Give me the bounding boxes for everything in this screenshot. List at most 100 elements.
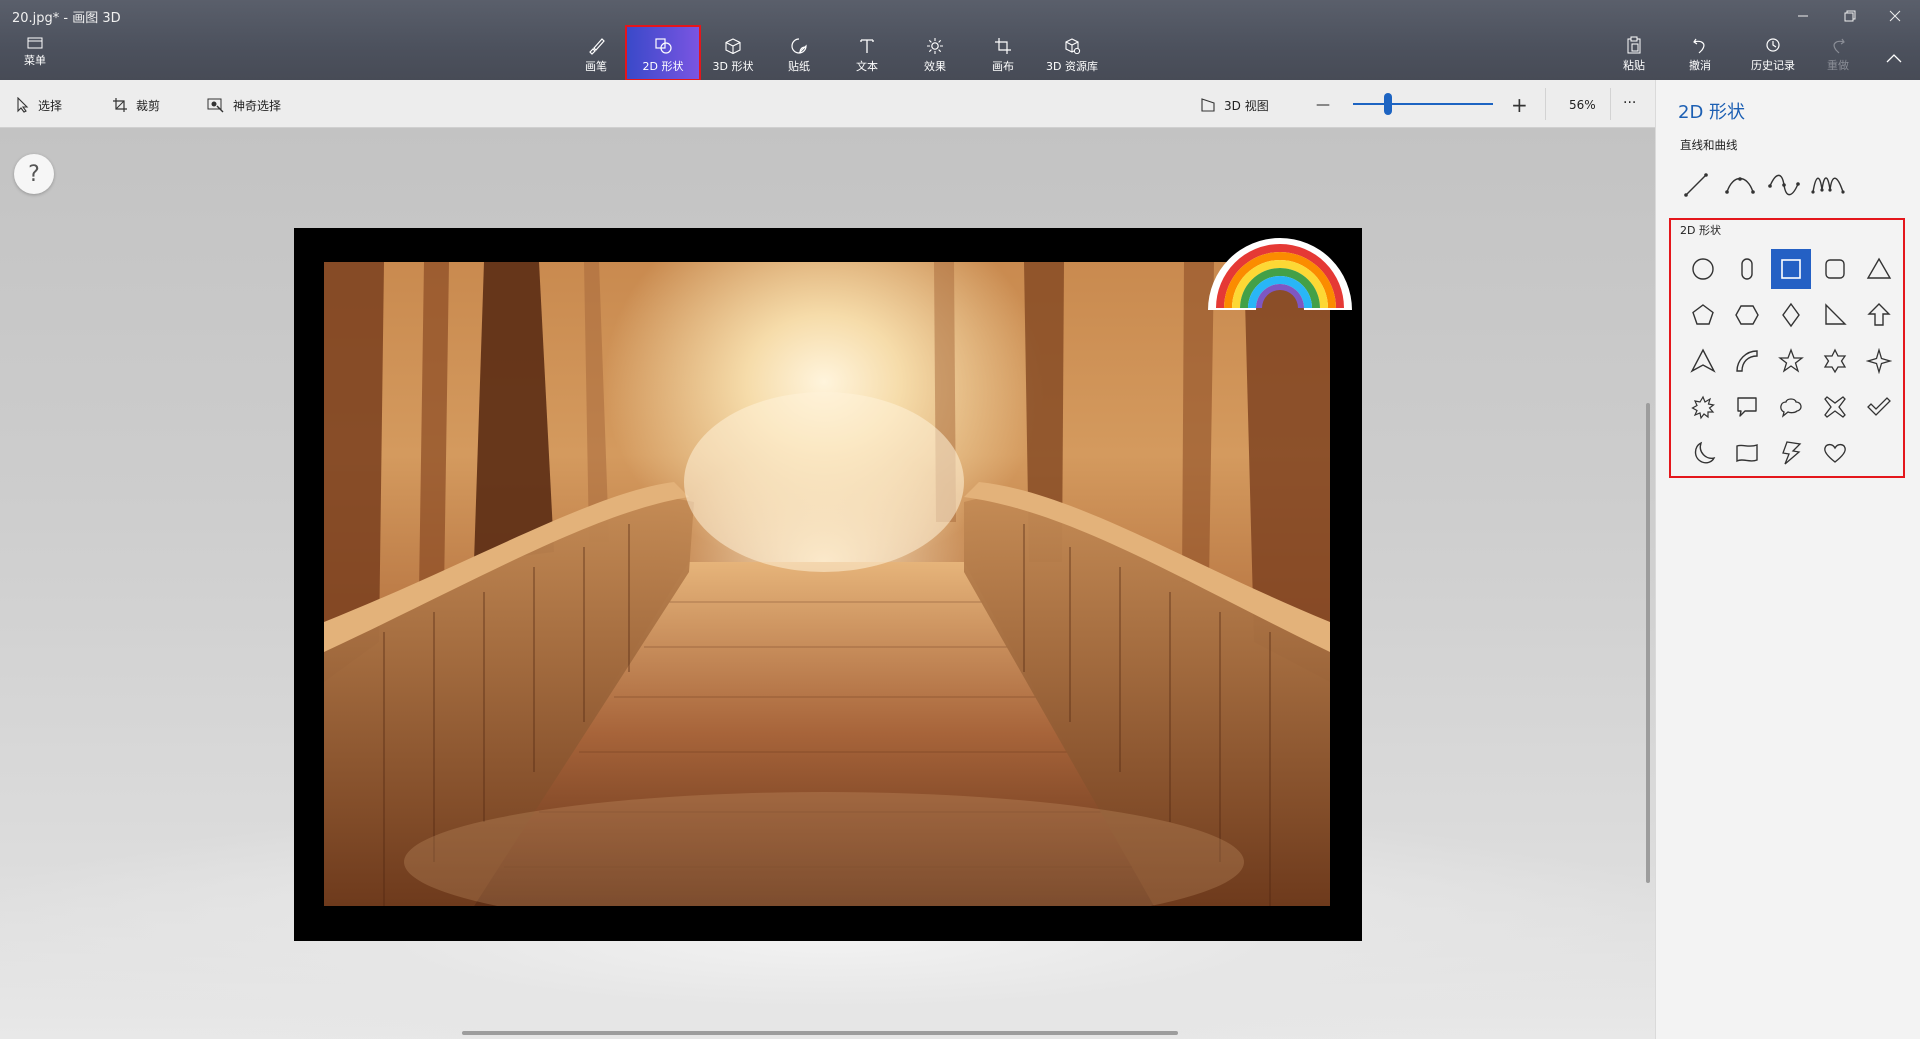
zoom-slider-thumb[interactable]: [1384, 93, 1392, 115]
shape-thought-bubble[interactable]: [1771, 387, 1811, 427]
select-label: 选择: [38, 98, 63, 113]
redo-icon: [1833, 38, 1845, 54]
folder-icon: [27, 37, 43, 49]
shape-crescent-moon[interactable]: [1683, 433, 1723, 473]
tool-label: 贴纸: [788, 60, 810, 73]
hexagon-icon: [1735, 305, 1759, 325]
shape-lightning[interactable]: [1771, 433, 1811, 473]
tool-label: 3D 形状: [712, 60, 754, 73]
shape-hexagon[interactable]: [1727, 295, 1767, 335]
shape-four-point-star[interactable]: [1859, 341, 1899, 381]
shape-heart[interactable]: [1815, 433, 1855, 473]
vertical-scrollbar[interactable]: [1646, 403, 1650, 883]
shape-pentagon[interactable]: [1683, 295, 1723, 335]
tool-3d-library[interactable]: 3D 资源库: [1038, 27, 1106, 79]
redo-button[interactable]: 重做: [1808, 36, 1868, 78]
banner-icon: [1736, 443, 1758, 463]
cross-icon: [1824, 396, 1846, 418]
zoom-in-button[interactable]: +: [1511, 93, 1528, 117]
four-point-star-icon: [1866, 348, 1892, 374]
menu-button[interactable]: 菜单: [14, 36, 56, 76]
zoom-percent-value: 56%: [1569, 98, 1596, 112]
select-button[interactable]: 选择: [16, 94, 62, 116]
magic-select-button[interactable]: 神奇选择: [207, 94, 281, 116]
collapse-ribbon-button[interactable]: [1886, 48, 1906, 64]
triangle-icon: [1866, 257, 1892, 279]
shape-speech-bubble[interactable]: [1727, 387, 1767, 427]
shape-triangle[interactable]: [1859, 249, 1899, 289]
shape-banner[interactable]: [1727, 433, 1767, 473]
tool-3d-shapes[interactable]: 3D 形状: [700, 27, 766, 79]
shape-rounded-square[interactable]: [1815, 249, 1855, 289]
canvas-frame[interactable]: [294, 228, 1362, 941]
tool-stickers[interactable]: 贴纸: [766, 27, 832, 79]
help-button[interactable]: ?: [14, 154, 54, 194]
shape-square[interactable]: [1771, 249, 1811, 289]
shape-right-triangle[interactable]: [1815, 295, 1855, 335]
lines-section-label: 直线和曲线: [1680, 138, 1738, 152]
canvas-workspace[interactable]: ?: [0, 128, 1655, 1039]
tool-label: 画布: [992, 60, 1014, 73]
minimize-icon: [1798, 15, 1808, 17]
shape-circle[interactable]: [1683, 249, 1723, 289]
shape-six-point-star[interactable]: [1815, 341, 1855, 381]
tool-2d-shapes[interactable]: 2D 形状: [625, 25, 701, 81]
zoom-out-button[interactable]: —: [1316, 94, 1330, 116]
heart-icon: [1824, 443, 1846, 463]
pentagon-icon: [1692, 304, 1714, 325]
plus-icon: +: [1511, 93, 1528, 117]
canvas-image[interactable]: [324, 262, 1330, 906]
diamond-icon: [1782, 302, 1800, 328]
checkmark-icon: [1867, 397, 1891, 416]
chevron-up-icon: [1886, 54, 1902, 63]
wave-curve-icon: [1811, 177, 1845, 194]
burst-icon: [1691, 395, 1715, 420]
tool-effects[interactable]: 效果: [902, 27, 968, 79]
rainbow-sticker[interactable]: [1204, 228, 1356, 316]
tool-canvas[interactable]: 画布: [970, 27, 1036, 79]
horizontal-scrollbar[interactable]: [462, 1031, 1178, 1035]
paste-label: 粘贴: [1623, 59, 1645, 72]
shape-cross[interactable]: [1815, 387, 1855, 427]
3d-view-toggle[interactable]: 3D 视图: [1200, 94, 1269, 116]
wave-curve-tool[interactable]: [1811, 168, 1845, 202]
curve-tool[interactable]: [1723, 168, 1757, 202]
tool-brushes[interactable]: 画笔: [563, 27, 629, 79]
close-button[interactable]: [1872, 4, 1918, 28]
shape-chevron-triangle[interactable]: [1683, 341, 1723, 381]
shape-burst[interactable]: [1683, 387, 1723, 427]
tool-label: 3D 资源库: [1046, 60, 1098, 73]
lightning-icon: [1782, 441, 1802, 465]
circle-icon: [1692, 258, 1714, 280]
history-button[interactable]: 历史记录: [1740, 36, 1806, 78]
line-tool[interactable]: [1679, 168, 1713, 202]
shape-capsule[interactable]: [1727, 249, 1767, 289]
2d-shapes-icon: [655, 38, 672, 54]
paste-button[interactable]: 粘贴: [1604, 36, 1664, 78]
divider: [1545, 88, 1546, 120]
3d-library-icon: [1065, 38, 1081, 55]
menu-label: 菜单: [24, 54, 46, 67]
crop-button[interactable]: 裁剪: [112, 94, 160, 116]
undo-icon: [1693, 38, 1705, 54]
tool-text[interactable]: 文本: [834, 27, 900, 79]
crescent-moon-icon: [1694, 441, 1716, 464]
zoom-percent[interactable]: 56%: [1569, 94, 1596, 116]
more-options-button[interactable]: ···: [1623, 92, 1636, 114]
shape-checkmark[interactable]: [1859, 387, 1899, 427]
minimize-button[interactable]: [1780, 4, 1826, 28]
restore-button[interactable]: [1827, 4, 1873, 28]
3d-shapes-icon: [725, 38, 741, 55]
shape-five-point-star[interactable]: [1771, 341, 1811, 381]
magic-select-label: 神奇选择: [233, 98, 282, 113]
s-curve-tool[interactable]: [1767, 168, 1801, 202]
tool-label: 效果: [924, 60, 946, 73]
right-triangle-icon: [1825, 303, 1847, 325]
magic-select-icon: [207, 98, 224, 113]
shape-diamond[interactable]: [1771, 295, 1811, 335]
zoom-slider-track[interactable]: [1353, 103, 1493, 105]
shape-quarter-arc[interactable]: [1727, 341, 1767, 381]
thought-bubble-icon: [1780, 398, 1802, 418]
undo-button[interactable]: 撤消: [1670, 36, 1730, 78]
shape-arrow-up[interactable]: [1859, 295, 1899, 335]
